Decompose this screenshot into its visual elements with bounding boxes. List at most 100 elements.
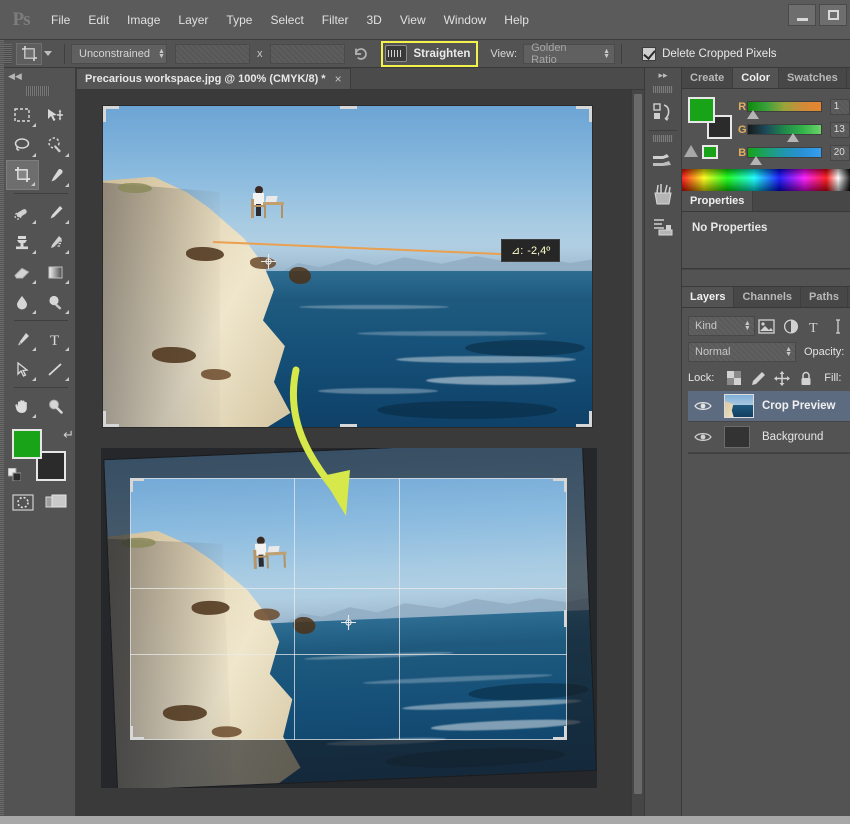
slider-track-g[interactable] (746, 124, 822, 142)
minimize-button[interactable] (788, 4, 816, 26)
scrollbar-thumb[interactable] (634, 94, 642, 794)
crop-handle[interactable] (564, 478, 567, 492)
layer-thumbnail-cell[interactable] (718, 426, 762, 448)
lock-image-icon[interactable] (746, 371, 770, 386)
tool-blur[interactable] (6, 287, 39, 317)
slider-thumb-r[interactable] (747, 110, 760, 119)
crop-tool-preset-chevron-down-icon[interactable] (44, 51, 52, 56)
layer-comps-panel-icon-button[interactable] (645, 210, 681, 243)
tab-properties[interactable]: Properties (682, 191, 754, 211)
shape-filter-icon[interactable] (826, 318, 850, 334)
tool-move[interactable] (39, 100, 72, 130)
tool-lasso[interactable] (6, 130, 39, 160)
color-value-r[interactable]: 1 (829, 98, 850, 115)
menu-filter[interactable]: Filter (313, 0, 358, 40)
tool-gradient[interactable] (39, 257, 72, 287)
straighten-button[interactable]: Straighten (414, 48, 471, 60)
dock-group-grip[interactable] (653, 86, 673, 93)
source-image[interactable]: ⊿: -2,4º (103, 106, 592, 427)
tab-color[interactable]: Color (733, 68, 779, 88)
lock-position-icon[interactable] (770, 370, 794, 386)
pixel-filter-icon[interactable] (755, 318, 779, 334)
menu-help[interactable]: Help (495, 0, 538, 40)
tool-spot-healing-brush[interactable] (6, 197, 39, 227)
tools-collapse-button[interactable]: ◀◀ (0, 68, 75, 84)
tab-paths[interactable]: Paths (801, 287, 848, 307)
tab-layers[interactable]: Layers (682, 287, 735, 307)
crop-handle[interactable] (589, 106, 592, 122)
layer-row-background[interactable]: Background (688, 422, 850, 453)
crop-handle[interactable] (103, 106, 106, 122)
tool-presets-panel-icon-button[interactable] (645, 177, 681, 210)
menu-view[interactable]: View (391, 0, 435, 40)
tool-path-selection[interactable] (6, 354, 39, 384)
straighten-icon[interactable] (384, 45, 407, 62)
crop-height-input[interactable] (269, 43, 345, 64)
close-icon[interactable]: × (335, 72, 342, 86)
tool-eraser[interactable] (6, 257, 39, 287)
color-value-b[interactable]: 20 (829, 144, 850, 161)
crop-preview-frame[interactable] (101, 448, 597, 788)
tool-line[interactable] (39, 354, 72, 384)
lock-transparency-icon[interactable] (722, 371, 746, 385)
lock-all-icon[interactable] (794, 371, 818, 386)
tool-rectangular-marquee[interactable] (6, 100, 39, 130)
layer-visibility-toggle[interactable] (688, 431, 718, 443)
tools-panel-grip[interactable] (25, 86, 50, 96)
slider-thumb-b[interactable] (750, 156, 763, 165)
color-value-g[interactable]: 13 (829, 121, 850, 138)
color-panel-foreground-swatch[interactable] (688, 97, 715, 123)
dock-expand-button[interactable]: ▸▸ (645, 68, 681, 82)
brush-panel-icon-button[interactable] (645, 144, 681, 177)
tab-create[interactable]: Create (682, 68, 734, 88)
tool-crop[interactable] (6, 160, 39, 190)
menu-select[interactable]: Select (261, 0, 312, 40)
canvas-area[interactable]: ⊿: -2,4º (76, 90, 644, 816)
history-panel-icon-button[interactable] (645, 95, 681, 128)
swap-dimensions-icon[interactable] (353, 46, 369, 62)
tool-brush[interactable] (39, 197, 72, 227)
slider-track-b[interactable] (746, 147, 822, 165)
delete-cropped-pixels-row[interactable]: Delete Cropped Pixels (642, 46, 777, 61)
tool-eyedropper[interactable] (39, 160, 72, 190)
default-colors-icon[interactable] (8, 468, 21, 481)
screen-mode-button[interactable] (39, 489, 72, 515)
crop-rectangle[interactable] (130, 478, 567, 740)
layer-row-crop-preview[interactable]: Crop Preview (688, 391, 850, 422)
foreground-color-swatch[interactable] (12, 429, 42, 459)
menu-edit[interactable]: Edit (79, 0, 118, 40)
aspect-ratio-select[interactable]: Unconstrained ▲ ▼ (71, 43, 167, 64)
document-tab[interactable]: Precarious workspace.jpg @ 100% (CMYK/8)… (76, 68, 351, 89)
slider-thumb-g[interactable] (786, 133, 799, 142)
adjustment-filter-icon[interactable] (779, 318, 803, 334)
tool-zoom[interactable] (39, 391, 72, 421)
tool-clone-stamp[interactable] (6, 227, 39, 257)
tab-swatches[interactable]: Swatches (779, 68, 847, 88)
crop-handle[interactable] (564, 726, 567, 740)
canvas-vertical-scrollbar[interactable] (631, 90, 644, 816)
tab-channels[interactable]: Channels (734, 287, 801, 307)
gamut-warning-swatch[interactable] (702, 145, 718, 159)
crop-overlay-view-select[interactable]: Golden Ratio ▲ ▼ (523, 42, 616, 66)
tool-hand[interactable] (6, 391, 39, 421)
crop-handle[interactable] (339, 424, 357, 427)
layer-visibility-toggle[interactable] (688, 400, 718, 412)
menu-layer[interactable]: Layer (169, 0, 217, 40)
type-filter-icon[interactable]: T (802, 319, 826, 334)
tool-dodge[interactable] (39, 287, 72, 317)
crop-handle[interactable] (564, 610, 567, 627)
crop-handle[interactable] (130, 478, 133, 492)
tool-history-brush[interactable] (39, 227, 72, 257)
tool-type[interactable]: T (39, 324, 72, 354)
quick-mask-button[interactable] (6, 489, 39, 515)
layer-thumbnail-cell[interactable] (718, 394, 762, 418)
crop-width-input[interactable] (175, 43, 250, 64)
crop-handle[interactable] (339, 106, 357, 109)
swap-colors-icon[interactable]: ↵ (63, 427, 74, 443)
dock-group-grip-2[interactable] (653, 135, 673, 142)
tool-quick-selection[interactable] (39, 130, 72, 160)
menu-image[interactable]: Image (118, 0, 169, 40)
crop-handle[interactable] (130, 726, 133, 740)
layer-filter-kind-select[interactable]: Kind ▲ ▼ (688, 316, 755, 336)
menu-window[interactable]: Window (435, 0, 496, 40)
